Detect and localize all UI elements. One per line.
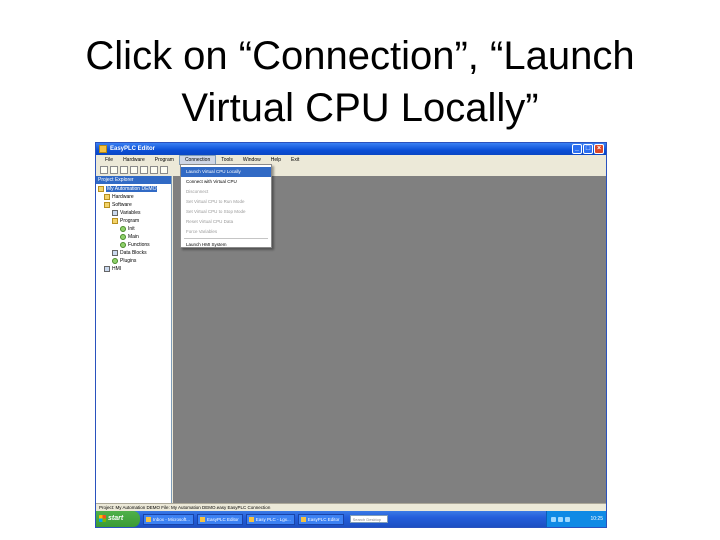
tree-item-software[interactable]: Software	[96, 201, 171, 209]
folder-icon	[112, 217, 118, 224]
gear-icon	[120, 233, 126, 240]
volume-icon[interactable]	[558, 516, 563, 522]
gear-icon	[112, 257, 118, 264]
tree-item-program[interactable]: Program	[96, 217, 171, 225]
taskbar-item-editor[interactable]: EasyPLC Editor	[197, 513, 243, 525]
connection-dropdown-menu: Launch Virtual CPU Locally Connect with …	[180, 164, 272, 248]
menu-exit[interactable]: Exit	[286, 155, 304, 165]
taskbar-item-inbox[interactable]: Inbox - Microsoft...	[143, 513, 195, 525]
window-controls: _ □ ×	[572, 144, 604, 154]
security-icon[interactable]	[565, 516, 570, 522]
menu-set-stop-mode[interactable]: Set Virtual CPU to Stop Mode	[181, 207, 271, 217]
close-button[interactable]: ×	[594, 144, 604, 154]
taskbar-item-easyplc-lgx[interactable]: Easy PLC - Lgx...	[245, 513, 295, 525]
taskbar-item-editor-2[interactable]: EasyPLC Editor	[297, 513, 344, 525]
toolbar	[96, 165, 606, 176]
project-explorer: Project Explorer My Automation DEMO Hard…	[96, 176, 172, 503]
tree-item-functions[interactable]: Functions	[96, 241, 171, 249]
gear-icon	[120, 241, 126, 248]
gear-icon	[120, 225, 126, 232]
new-icon[interactable]	[100, 166, 108, 174]
taskbar-clock: 10:25	[590, 516, 603, 522]
tree-item-hardware[interactable]: Hardware	[96, 193, 171, 201]
tree-item-variables[interactable]: Variables	[96, 209, 171, 217]
minimize-button[interactable]: _	[572, 144, 582, 154]
folder-icon	[98, 185, 104, 192]
network-icon[interactable]	[551, 516, 556, 522]
menu-disconnect[interactable]: Disconnect	[181, 187, 271, 197]
start-button[interactable]: start	[96, 511, 140, 527]
tree-item-hmi[interactable]: HMI	[96, 265, 171, 273]
tree-item-init[interactable]: Init	[96, 225, 171, 233]
document-icon	[112, 209, 118, 216]
paste-icon[interactable]	[150, 166, 158, 174]
window-titlebar[interactable]: EasyPLC Editor _ □ ×	[96, 143, 606, 155]
menu-hardware[interactable]: Hardware	[118, 155, 150, 165]
mail-icon	[146, 516, 151, 522]
app-icon	[300, 516, 306, 522]
menu-launch-virtual-cpu-locally[interactable]: Launch Virtual CPU Locally	[181, 167, 271, 177]
app-window: EasyPLC Editor _ □ × File Hardware Progr…	[95, 142, 607, 528]
taskbar: start Inbox - Microsoft... EasyPLC Edito…	[96, 511, 606, 527]
menu-separator	[184, 238, 268, 239]
menu-program[interactable]: Program	[150, 155, 179, 165]
tree-item-project[interactable]: My Automation DEMO	[96, 185, 171, 193]
open-icon[interactable]	[110, 166, 118, 174]
system-tray: 10:25	[546, 511, 606, 527]
menu-reset-cpu-data[interactable]: Reset Virtual CPU Data	[181, 217, 271, 227]
menu-launch-hmi-system[interactable]: Launch HMI System	[181, 240, 271, 250]
tree-item-data-blocks[interactable]: Data Blocks	[96, 249, 171, 257]
settings-icon[interactable]	[160, 166, 168, 174]
folder-icon	[104, 193, 110, 200]
maximize-button[interactable]: □	[583, 144, 593, 154]
copy-icon[interactable]	[140, 166, 148, 174]
explorer-title: Project Explorer	[96, 176, 171, 184]
slide-title: Click on “Connection”, “Launch Virtual C…	[85, 34, 635, 130]
menu-set-run-mode[interactable]: Set Virtual CPU to Run Mode	[181, 197, 271, 207]
folder-icon	[104, 201, 110, 208]
app-icon	[200, 516, 206, 522]
project-tree: My Automation DEMO Hardware Software Var…	[96, 184, 171, 273]
app-icon	[248, 516, 254, 522]
menu-file[interactable]: File	[100, 155, 118, 165]
menubar: File Hardware Program Connection Tools W…	[96, 155, 606, 165]
tree-item-main[interactable]: Main	[96, 233, 171, 241]
desktop-search-input[interactable]: Search Desktop	[349, 515, 388, 523]
windows-logo-icon	[99, 515, 106, 522]
save-icon[interactable]	[120, 166, 128, 174]
cut-icon[interactable]	[130, 166, 138, 174]
status-bar: Project: My Automation DEMO File: My Aut…	[96, 503, 606, 511]
window-title: EasyPLC Editor	[110, 146, 156, 152]
app-icon	[99, 145, 107, 153]
menu-force-variables[interactable]: Force Variables	[181, 227, 271, 237]
monitor-icon	[104, 265, 110, 272]
tree-item-plugins[interactable]: Plugins	[96, 257, 171, 265]
menu-connect-virtual-cpu[interactable]: Connect with Virtual CPU	[181, 177, 271, 187]
document-icon	[112, 249, 118, 256]
